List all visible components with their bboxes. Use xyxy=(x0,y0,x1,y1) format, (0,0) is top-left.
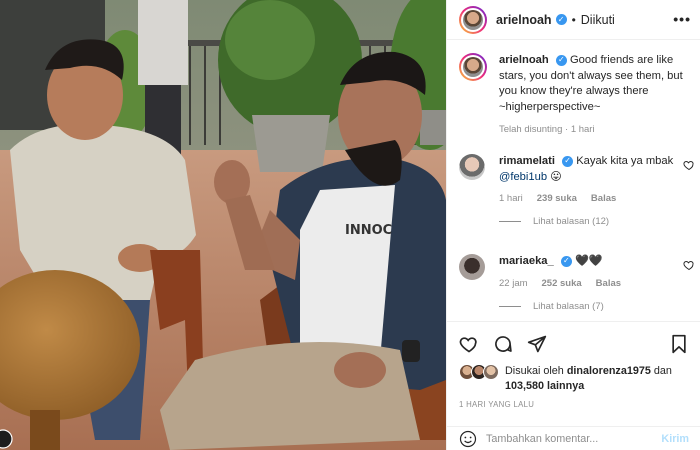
separator-dot: • xyxy=(571,12,576,27)
like-comment-heart-icon[interactable] xyxy=(683,159,695,171)
comment-time[interactable]: 1 hari xyxy=(499,193,523,204)
post-actions: Disukai oleh dinalorenza1975 dan 103,580… xyxy=(447,321,700,448)
liker-avatars xyxy=(459,364,501,382)
caption-username[interactable]: arielnoah xyxy=(499,54,549,66)
svg-text:INNOC: INNOC xyxy=(345,223,392,238)
comment-time[interactable]: 22 jam xyxy=(499,278,528,289)
comment-item: mariaeka_ ✓ 🖤🖤 22 jam 252 suka Balas Lih… xyxy=(459,254,695,312)
author-username[interactable]: arielnoah xyxy=(496,13,552,27)
comment-username[interactable]: mariaeka_ xyxy=(499,255,554,267)
comment-likes[interactable]: 239 suka xyxy=(537,193,577,204)
reply-button[interactable]: Balas xyxy=(591,193,616,204)
likes-summary: Disukai oleh dinalorenza1975 dan 103,580… xyxy=(459,364,685,394)
comment-body: rimamelati ✓ Kayak kita ya mbak @febi1ub… xyxy=(499,154,679,185)
likes-connector: dan xyxy=(653,365,672,377)
liker-avatar xyxy=(483,364,499,380)
share-send-icon[interactable] xyxy=(527,334,547,354)
following-button[interactable]: Diikuti xyxy=(581,13,615,27)
post-timestamp[interactable]: 1 HARI YANG LALU xyxy=(459,400,534,409)
add-comment-bar: Kirim xyxy=(447,426,700,450)
view-replies-label: Lihat balasan (12) xyxy=(533,216,610,227)
commenter-avatar[interactable] xyxy=(459,154,485,180)
comment-likes[interactable]: 252 suka xyxy=(542,278,582,289)
comment-item: rimamelati ✓ Kayak kita ya mbak @febi1ub… xyxy=(459,154,695,227)
replies-divider xyxy=(499,221,521,222)
like-heart-icon[interactable] xyxy=(459,334,479,354)
caption-meta: Telah disunting · 1 hari xyxy=(499,124,595,135)
comment-mention[interactable]: @febi1ub xyxy=(499,171,547,183)
comments-section[interactable]: arielnoah ✓ Good friends are like stars,… xyxy=(447,41,700,321)
comment-text: 🖤🖤 xyxy=(574,255,603,267)
like-comment-heart-icon[interactable] xyxy=(683,259,695,271)
action-icons xyxy=(459,334,547,354)
save-bookmark-button[interactable] xyxy=(669,334,689,359)
comment-meta: 22 jam 252 suka Balas xyxy=(499,278,695,289)
likes-user-link[interactable]: dinalorenza1975 xyxy=(567,365,651,377)
view-replies-label: Lihat balasan (7) xyxy=(533,300,604,312)
verified-badge-icon: ✓ xyxy=(555,14,567,25)
comment-text: Kayak kita ya mbak xyxy=(576,155,674,167)
author-avatar[interactable] xyxy=(459,5,487,34)
more-options-icon[interactable]: ••• xyxy=(673,11,691,27)
view-replies-button[interactable]: Lihat balasan (12) xyxy=(499,216,695,227)
comment-bubble-icon[interactable] xyxy=(493,334,513,354)
caption-avatar[interactable] xyxy=(459,53,487,81)
view-replies-button[interactable]: Lihat balasan (7) xyxy=(499,301,695,312)
reply-button[interactable]: Balas xyxy=(596,278,621,289)
replies-divider xyxy=(499,305,521,307)
comment-input[interactable] xyxy=(486,432,656,445)
emoji-smiley-icon[interactable] xyxy=(459,430,477,448)
post-comment-button[interactable]: Kirim xyxy=(661,433,689,445)
verified-badge-icon: ✓ xyxy=(560,255,572,267)
post-image: INNOC xyxy=(0,0,446,450)
verified-badge-icon: ✓ xyxy=(562,155,574,167)
comment-body: mariaeka_ ✓ 🖤🖤 xyxy=(499,254,679,270)
commenter-avatar[interactable] xyxy=(459,254,485,280)
likes-prefix: Disukai oleh xyxy=(505,365,564,377)
post-header: arielnoah ✓ • Diikuti ••• xyxy=(447,0,700,40)
comment-meta: 1 hari 239 suka Balas xyxy=(499,193,695,204)
caption-body: arielnoah ✓ Good friends are like stars,… xyxy=(499,53,695,115)
verified-badge-icon: ✓ xyxy=(555,54,567,66)
bookmark-icon xyxy=(672,334,686,354)
comment-emoji: 😛 xyxy=(550,170,562,183)
caption: arielnoah ✓ Good friends are like stars,… xyxy=(459,53,695,135)
post-photo[interactable]: INNOC xyxy=(0,0,446,450)
likes-others-link[interactable]: 103,580 lainnya xyxy=(505,380,584,392)
likes-text: Disukai oleh dinalorenza1975 dan 103,580… xyxy=(505,364,685,394)
post-sidebar: arielnoah ✓ • Diikuti ••• arielnoah ✓ Go… xyxy=(446,0,700,450)
comment-username[interactable]: rimamelati xyxy=(499,155,555,167)
